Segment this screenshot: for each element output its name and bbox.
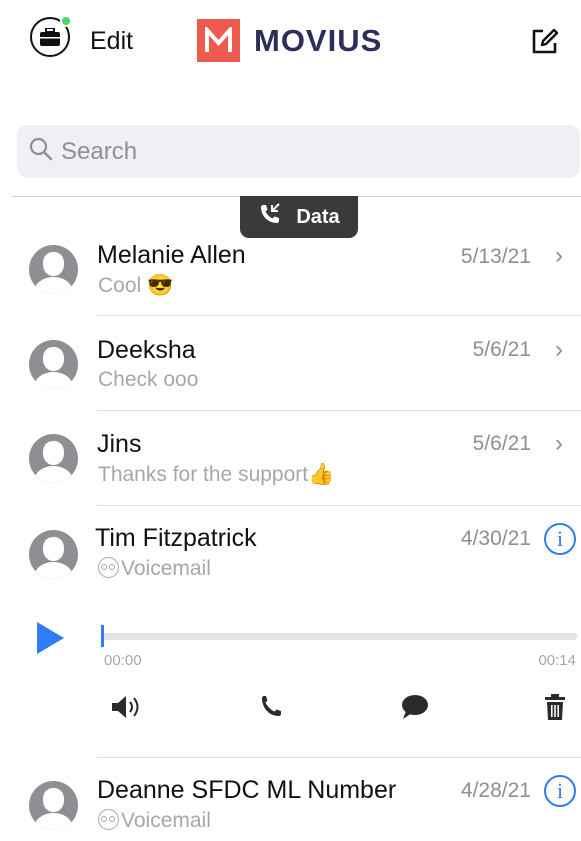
avatar-placeholder-icon — [29, 340, 78, 389]
conversation-row[interactable]: Jins Thanks for the support👍 5/6/21 › — [0, 411, 581, 505]
search-bar[interactable]: Search — [17, 125, 580, 178]
message-preview: Voicemail — [98, 809, 211, 833]
search-input[interactable]: Search — [61, 138, 137, 166]
speaker-icon — [110, 696, 146, 725]
compose-icon — [530, 28, 560, 60]
info-icon[interactable]: i — [544, 523, 576, 555]
voicemail-row[interactable]: Deanne SFDC ML Number Voicemail 4/28/21 … — [0, 758, 581, 841]
avatar-placeholder-icon — [29, 781, 78, 830]
avatar-placeholder-icon — [29, 530, 78, 579]
message-bubble-icon — [400, 695, 430, 725]
playback-scrubber[interactable] — [101, 625, 104, 647]
contact-name: Melanie Allen — [97, 241, 246, 269]
elapsed-time: 00:00 — [104, 652, 142, 669]
top-bar: Edit MOVIUS — [0, 0, 581, 90]
phone-icon — [259, 696, 283, 723]
avatar-placeholder-icon — [29, 245, 78, 294]
speaker-button[interactable] — [110, 693, 146, 726]
message-preview: Cool 😎 — [98, 274, 174, 297]
info-icon[interactable]: i — [544, 775, 576, 807]
network-status-label: Data — [296, 205, 340, 228]
message-date: 5/13/21 — [460, 245, 531, 268]
message-preview: Voicemail — [98, 557, 211, 581]
voicemail-icon — [98, 809, 119, 830]
message-preview: Thanks for the support👍 — [98, 463, 335, 486]
voicemail-row[interactable]: Tim Fitzpatrick Voicemail 4/30/21 i — [0, 506, 581, 601]
chevron-right-icon[interactable]: › — [555, 242, 563, 270]
message-date: 4/28/21 — [460, 779, 531, 802]
contact-name: Deeksha — [97, 336, 196, 364]
brand-name: MOVIUS — [254, 22, 383, 58]
movius-m-icon — [197, 19, 240, 62]
brand-logo: MOVIUS — [197, 19, 382, 62]
message-preview: Check ooo — [98, 368, 199, 391]
compose-button[interactable] — [530, 26, 560, 61]
delete-voicemail-button[interactable] — [544, 693, 566, 726]
play-icon[interactable] — [37, 622, 64, 654]
avatar-placeholder-icon — [29, 434, 78, 483]
playback-progress-track[interactable] — [102, 633, 577, 640]
total-duration: 00:14 — [538, 652, 576, 669]
chevron-right-icon[interactable]: › — [555, 430, 563, 458]
message-date: 4/30/21 — [460, 527, 531, 550]
online-status-dot — [60, 15, 72, 27]
edit-button[interactable]: Edit — [90, 27, 133, 56]
chevron-right-icon[interactable]: › — [555, 336, 563, 364]
call-back-button[interactable] — [259, 693, 283, 724]
contact-name: Deanne SFDC ML Number — [97, 776, 397, 804]
send-message-button[interactable] — [400, 693, 430, 726]
trash-icon — [544, 694, 566, 725]
work-profile-button[interactable] — [30, 15, 72, 57]
contact-name: Tim Fitzpatrick — [95, 524, 257, 552]
conversation-row[interactable]: Deeksha Check ooo 5/6/21 › — [0, 316, 581, 410]
message-date: 5/6/21 — [472, 338, 531, 361]
search-icon — [29, 137, 53, 166]
contact-name: Jins — [97, 430, 142, 458]
phone-arrows-icon — [258, 202, 296, 232]
network-status-badge: Data — [240, 196, 358, 238]
voicemail-player: 00:00 00:14 — [0, 605, 581, 755]
voicemail-icon — [98, 557, 119, 578]
message-date: 5/6/21 — [472, 432, 531, 455]
